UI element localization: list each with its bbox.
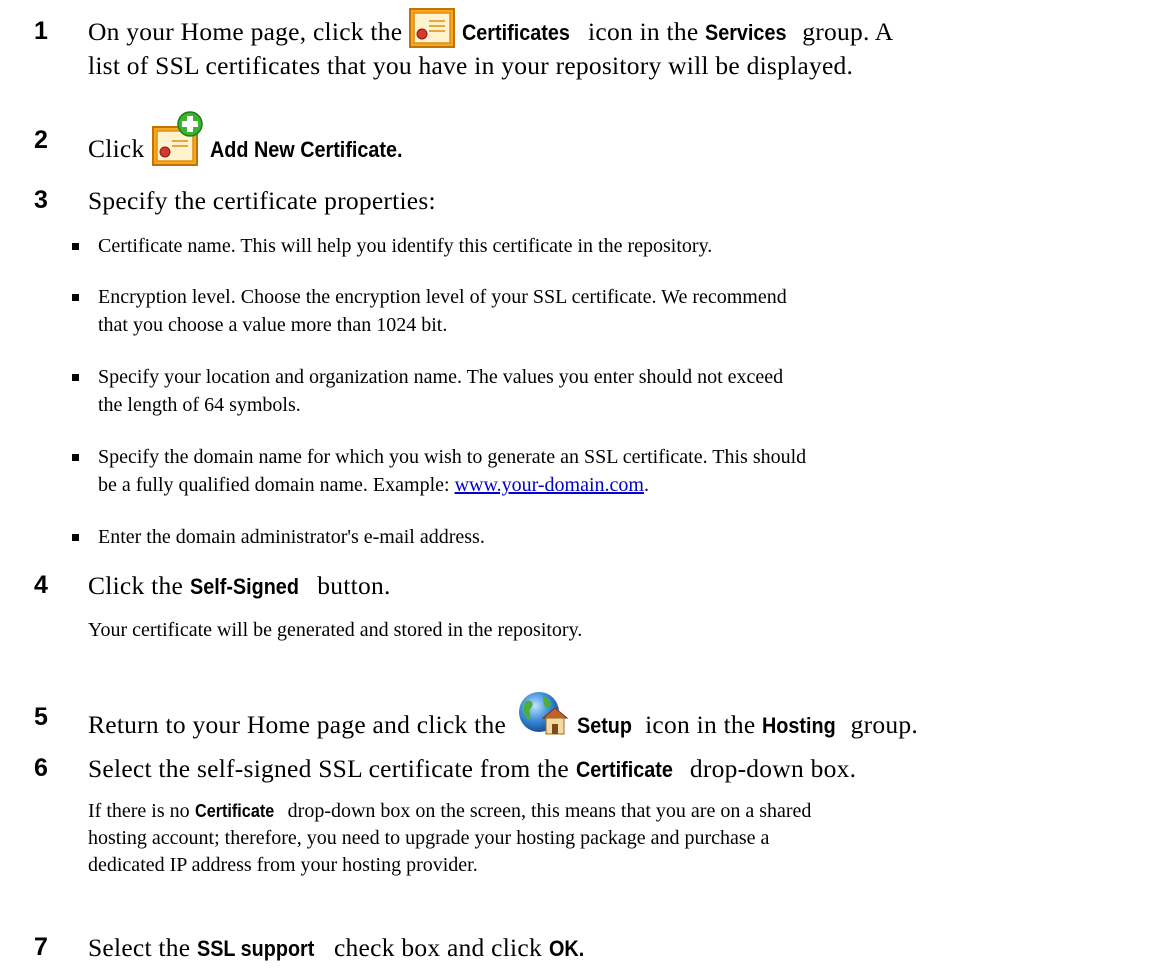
add-certificate-icon [151, 111, 203, 167]
example-domain-link[interactable]: www.your-domain.com [455, 474, 644, 496]
hosting-setup-icon [513, 688, 571, 742]
step-text-line2: list of SSL certificates that you have i… [88, 51, 854, 80]
step-number: 7 [34, 933, 49, 961]
step-text: Select the self-signed SSL certificate f… [88, 754, 857, 783]
bullet-item-admin-email: Enter the domain administrator's e-mail … [72, 523, 1128, 551]
step-text: Select the SSL support check box and cli… [88, 933, 584, 962]
step-number: 5 [34, 703, 49, 731]
step-number: 3 [34, 186, 49, 214]
step-4-note: Your certificate will be generated and s… [88, 619, 583, 641]
step-text: Click the Self-Signed button. [88, 571, 391, 600]
bullet-marker [72, 454, 79, 461]
bullet-marker [72, 243, 79, 250]
bullet-marker [72, 374, 79, 381]
step-text: Return to your Home page and click the S… [88, 692, 918, 754]
step-number: 1 [34, 17, 49, 45]
bullet-item-domain-name: Specify the domain name for which you wi… [72, 443, 1128, 499]
step-number: 2 [34, 126, 49, 154]
step-number: 4 [34, 571, 49, 599]
bullet-item-location: Specify your location and organization n… [72, 363, 1128, 419]
bullet-item-encryption-level: Encryption level. Choose the encryption … [72, 283, 1128, 339]
certificate-icon [408, 8, 455, 49]
step-6-note: If there is no Certificate drop-down box… [88, 800, 812, 876]
bullet-item-certificate-name: Certificate name. This will help you ide… [72, 232, 1128, 260]
step-text: Click Add New Certificate. [88, 111, 424, 179]
step-number: 6 [34, 754, 49, 782]
step-text: Specify the certificate properties: [88, 186, 436, 215]
bullet-marker [72, 294, 79, 301]
document-page: 1 On your Home page, click the Certifica… [0, 0, 1151, 980]
bullet-marker [72, 534, 79, 541]
